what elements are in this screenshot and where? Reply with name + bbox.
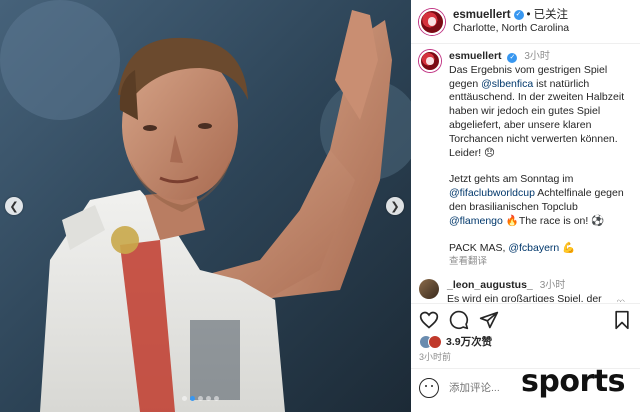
following-button[interactable]: 已关注 [534,8,569,22]
see-translation-link[interactable]: 查看翻译 [449,255,632,269]
caption-text: 💪 [562,241,576,254]
verified-badge-icon: ✓ [513,9,524,20]
post-details-panel: esmuellert ✓ • 已关注 Charlotte, North Caro… [411,0,640,412]
next-slide-button[interactable]: ❯ [386,197,404,215]
post-caption: esmuellert ✓ 3小时 Das Ergebnis vom gestri… [419,47,632,269]
divider [411,303,640,304]
carousel-dot [182,396,187,401]
caption-author-avatar[interactable] [419,50,441,72]
likes-count[interactable]: 3.9万次赞 [446,334,492,349]
likes-summary[interactable]: 3.9万次赞 [419,334,492,349]
emoji-icon[interactable] [419,378,439,398]
mention-link[interactable]: @slbenfica [481,78,533,90]
like-heart-icon[interactable] [419,310,439,330]
caption-text: 🔥The race is on! ⚽ [505,214,605,227]
verified-badge-icon: ✓ [507,52,518,63]
caption-username[interactable]: esmuellert [449,50,502,62]
action-bar [419,309,632,331]
save-bookmark-icon[interactable] [612,310,632,330]
author-avatar[interactable] [419,8,445,35]
post-photo[interactable]: ❮ ❯ [0,0,411,412]
comment-item: _leon_augustus_ 3小时 Es wird ein großarti… [419,279,632,302]
chevron-right-icon: ❯ [390,200,400,213]
commenter-avatar[interactable] [419,279,439,300]
comment-icon[interactable] [449,310,469,330]
mention-link[interactable]: @fifaclubworldcup [449,187,535,199]
carousel-indicator [182,396,219,401]
comment-text: Es wird ein großartiges Spiel, der beste… [447,292,602,302]
carousel-dot [214,396,219,401]
player-photo [0,0,411,412]
commenter-username[interactable]: _leon_augustus_ [447,279,533,291]
mention-link[interactable]: @flamengo [449,215,503,227]
separator: • [526,8,531,21]
mention-link[interactable]: @fcbayern [508,242,559,254]
comment-like-icon[interactable]: ♡ [616,299,625,302]
comments-scroll-area[interactable]: esmuellert ✓ 3小时 Das Ergebnis vom gestri… [411,47,640,302]
carousel-dot [198,396,203,401]
caption-time: 3小时 [524,51,550,62]
share-icon[interactable] [479,310,499,330]
caption-text: Jetzt gehts am Sonntag im [449,173,574,186]
post-timestamp: 3小时前 [419,352,452,362]
chevron-left-icon: ❮ [9,200,19,213]
comment-time: 3小时 [539,280,566,292]
carousel-dot [206,396,211,401]
author-username[interactable]: esmuellert [453,8,511,22]
caption-text: PACK MAS, [449,241,506,254]
post-header: esmuellert ✓ • 已关注 Charlotte, North Caro… [411,0,640,44]
post-location[interactable]: Charlotte, North Carolina [453,22,569,35]
previous-slide-button[interactable]: ❮ [5,197,23,215]
carousel-dot-active [190,396,195,401]
watermark: sports [521,364,625,399]
liker-avatar [428,334,442,349]
